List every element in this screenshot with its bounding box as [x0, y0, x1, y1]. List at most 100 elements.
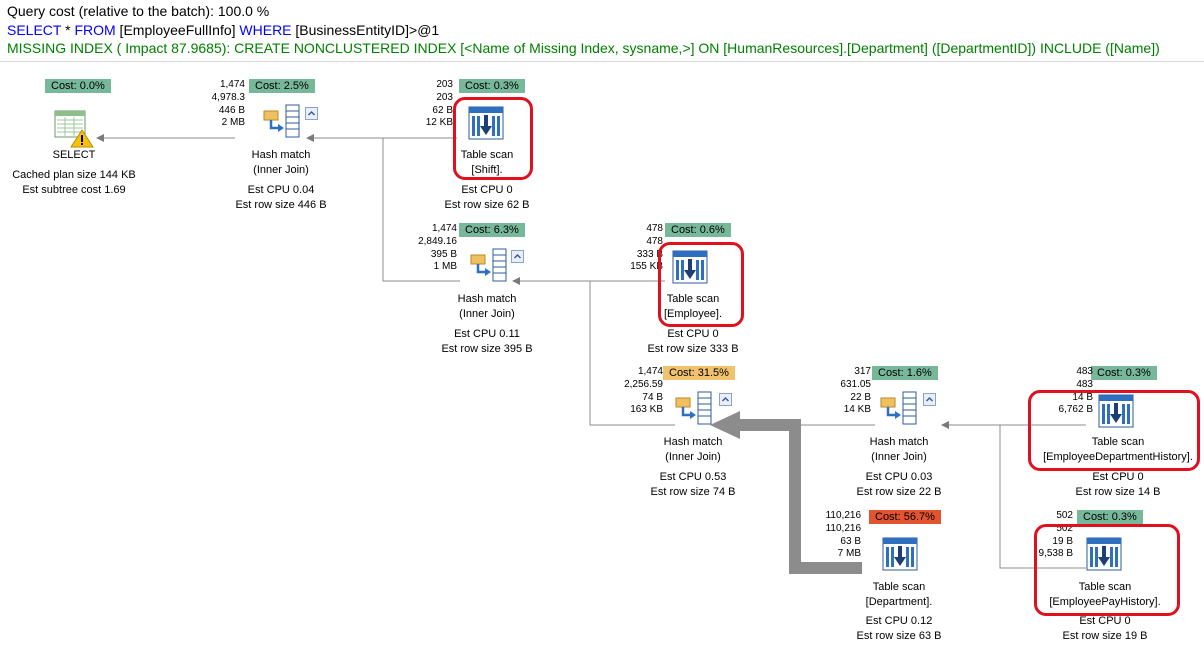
- hash4-hash-match-icon[interactable]: [879, 391, 919, 430]
- employee-stat-0: 478: [646, 223, 663, 234]
- hash1-stat-2: 446 B: [218, 104, 245, 116]
- edh-est-row-size: Est row size 14 B: [1075, 486, 1161, 498]
- hash3-est-cpu: Est CPU 0.53: [659, 471, 727, 483]
- select-properties: Cached plan size 144 KB Est subtree cost…: [12, 168, 136, 198]
- select-cached-plan-size: Cached plan size 144 KB: [12, 169, 136, 181]
- hash4-stat-0: 317: [854, 366, 871, 377]
- select-caption: SELECT: [53, 148, 96, 163]
- hash1-properties: Est CPU 0.04 Est row size 446 B: [235, 183, 326, 213]
- shift-est-row-size: Est row size 62 B: [444, 199, 530, 211]
- department-title: Table scan: [872, 581, 926, 593]
- hash2-properties: Est CPU 0.11 Est row size 395 B: [441, 327, 532, 357]
- employee-cost-badge: Cost: 0.6%: [665, 223, 731, 237]
- employee-est-row-size: Est row size 333 B: [647, 343, 739, 355]
- hash1-est-row-size: Est row size 446 B: [235, 199, 327, 211]
- edh-est-cpu: Est CPU 0: [1092, 471, 1144, 483]
- hash2-hash-match-icon[interactable]: [469, 248, 509, 287]
- hash2-stat-3: 1 MB: [433, 261, 457, 273]
- shift-row-stats: 203 203 62 B 12 KB: [411, 79, 453, 130]
- hash1-row-stats: 1,474 4,978.3 446 B2 MB: [203, 79, 245, 130]
- hash1-cost-badge: Cost: 2.5%: [249, 79, 315, 93]
- department-stat-0: 110,216: [825, 510, 861, 521]
- hash3-est-row-size: Est row size 74 B: [650, 486, 736, 498]
- employee-row-stats: 478 478 333 B 155 KB: [621, 223, 663, 274]
- department-est-row-size: Est row size 63 B: [856, 630, 942, 642]
- department-stat-1: 110,216: [825, 522, 861, 534]
- hash1-hash-match-icon[interactable]: [262, 104, 302, 143]
- hash2-est-cpu: Est CPU 0.11: [454, 328, 520, 340]
- department-row-stats: 110,216 110,216 63 B7 MB: [819, 510, 861, 561]
- hash3-title: Hash match: [663, 436, 723, 448]
- employee-stat-3: 155 KB: [630, 261, 663, 273]
- hash3-row-stats: 1,474 2,256.59 74 B 163 KB: [621, 366, 663, 417]
- hash1-est-cpu: Est CPU 0.04: [247, 184, 315, 196]
- hash2-expand-chevron-icon[interactable]: [511, 250, 524, 263]
- eph-est-row-size: Est row size 19 B: [1062, 630, 1148, 642]
- hash4-row-stats: 317 631.05 22 B 14 KB: [829, 366, 871, 417]
- hash2-est-row-size: Est row size 395 B: [441, 343, 533, 355]
- department-caption: Table scan [Department].: [866, 580, 933, 610]
- hash1-stat-3: 2 MB: [221, 117, 245, 129]
- edh-properties: Est CPU 0 Est row size 14 B: [1076, 470, 1161, 500]
- hash2-stat-1: 2,849.16: [418, 235, 457, 247]
- shift-stat-1: 203: [436, 91, 453, 103]
- employee-highlight-box: [658, 242, 744, 327]
- hash1-expand-chevron-icon[interactable]: [305, 107, 318, 120]
- shift-cost-badge: Cost: 0.3%: [459, 79, 525, 93]
- shift-highlight-box: [453, 97, 533, 180]
- hash4-stat-2: 22 B: [850, 391, 871, 403]
- select-cost-badge: Cost: 0.0%: [45, 79, 111, 93]
- eph-highlight-box: [1034, 524, 1180, 616]
- hash3-hash-match-icon[interactable]: [674, 391, 714, 430]
- hash3-stat-3: 163 KB: [630, 404, 663, 416]
- hash4-cost-badge: Cost: 1.6%: [872, 366, 938, 380]
- hash2-row-stats: 1,474 2,849.16 395 B1 MB: [415, 223, 457, 274]
- eph-cost-badge: Cost: 0.3%: [1077, 510, 1143, 524]
- employee-properties: Est CPU 0 Est row size 333 B: [647, 327, 738, 357]
- employee-stat-2: 333 B: [636, 248, 663, 260]
- hash3-expand-chevron-icon[interactable]: [719, 393, 732, 406]
- hash4-caption: Hash match (Inner Join): [870, 435, 929, 465]
- department-stat-3: 7 MB: [837, 548, 861, 560]
- department-cost-badge: Cost: 56.7%: [869, 510, 941, 524]
- department-table-scan-icon[interactable]: [882, 537, 918, 576]
- hash4-properties: Est CPU 0.03 Est row size 22 B: [857, 470, 942, 500]
- department-properties: Est CPU 0.12 Est row size 63 B: [857, 614, 942, 644]
- hash2-title: Hash match: [457, 293, 517, 305]
- hash3-stat-0: 1,474: [637, 366, 663, 377]
- department-est-cpu: Est CPU 0.12: [865, 615, 933, 627]
- shift-stat-3: 12 KB: [425, 117, 453, 129]
- hash2-cost-badge: Cost: 6.3%: [459, 223, 525, 237]
- employee-stat-1: 478: [646, 235, 663, 247]
- hash4-subtitle: (Inner Join): [871, 451, 927, 463]
- shift-stat-0: 203: [436, 79, 453, 90]
- hash4-stat-1: 631.05: [840, 378, 871, 390]
- employee-est-cpu: Est CPU 0: [667, 328, 719, 340]
- hash3-stat-1: 2,256.59: [624, 378, 663, 390]
- hash2-stat-0: 1,474: [431, 223, 457, 234]
- edh-cost-badge: Cost: 0.3%: [1091, 366, 1157, 380]
- department-subtitle: [Department].: [865, 596, 933, 608]
- hash2-caption: Hash match (Inner Join): [458, 292, 517, 322]
- select-est-subtree-cost: Est subtree cost 1.69: [22, 184, 126, 196]
- hash3-properties: Est CPU 0.53 Est row size 74 B: [651, 470, 736, 500]
- hash3-caption: Hash match (Inner Join): [664, 435, 723, 465]
- hash4-expand-chevron-icon[interactable]: [923, 393, 936, 406]
- shift-properties: Est CPU 0 Est row size 62 B: [445, 183, 530, 213]
- hash1-subtitle: (Inner Join): [253, 164, 309, 176]
- edh-highlight-box: [1028, 390, 1200, 471]
- eph-properties: Est CPU 0 Est row size 19 B: [1063, 614, 1148, 644]
- eph-stat-0: 502: [1056, 510, 1073, 521]
- hash2-stat-2: 395 B: [430, 248, 457, 260]
- hash1-stat-1: 4,978.3: [211, 91, 245, 103]
- hash4-est-row-size: Est row size 22 B: [856, 486, 942, 498]
- plan-connectors: [96, 134, 1086, 574]
- eph-est-cpu: Est CPU 0: [1079, 615, 1131, 627]
- select-result-icon[interactable]: [54, 110, 94, 148]
- hash3-cost-badge: Cost: 31.5%: [663, 366, 735, 380]
- hash4-stat-3: 14 KB: [843, 404, 871, 416]
- hash2-subtitle: (Inner Join): [459, 308, 515, 320]
- hash3-stat-2: 74 B: [642, 391, 663, 403]
- shift-stat-2: 62 B: [432, 104, 453, 116]
- hash4-title: Hash match: [869, 436, 929, 448]
